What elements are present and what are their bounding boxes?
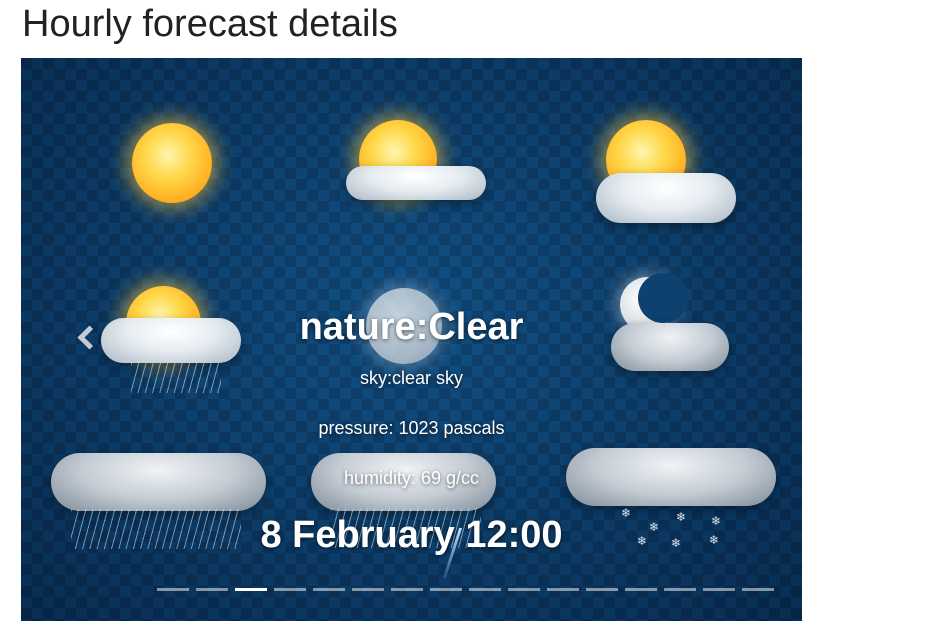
carousel-indicator[interactable] <box>742 584 774 594</box>
carousel-indicator[interactable] <box>430 584 462 594</box>
page-title: Hourly forecast details <box>22 3 398 45</box>
carousel-indicator[interactable] <box>547 584 579 594</box>
carousel-indicator[interactable] <box>274 584 306 594</box>
sun-behind-cloud-icon <box>341 118 491 208</box>
forecast-carousel: ❄ ❄ ❄ ❄ ❄ ❄ ❄ nature:Clear sky:clear sky… <box>21 58 802 621</box>
sun-icon <box>127 118 217 208</box>
sun-behind-large-cloud-icon <box>591 118 741 228</box>
carousel-indicator[interactable] <box>391 584 423 594</box>
carousel-indicator[interactable] <box>508 584 540 594</box>
carousel-indicator[interactable] <box>157 584 189 594</box>
carousel-prev-button[interactable] <box>21 288 151 388</box>
forecast-datetime: 8 February 12:00 <box>260 514 563 556</box>
humidity-reading: humidity: 69 g/cc <box>343 468 480 488</box>
carousel-indicator[interactable] <box>235 584 267 594</box>
carousel-indicator[interactable] <box>352 584 384 594</box>
carousel-indicator[interactable] <box>313 584 345 594</box>
carousel-indicator[interactable] <box>664 584 696 594</box>
carousel-indicator[interactable] <box>625 584 657 594</box>
carousel-indicator[interactable] <box>196 584 228 594</box>
carousel-indicator[interactable] <box>469 584 501 594</box>
chevron-left-icon <box>77 325 102 350</box>
carousel-indicators <box>157 584 777 594</box>
carousel-indicator[interactable] <box>586 584 618 594</box>
pressure-reading: pressure: 1023 pascals <box>318 418 505 438</box>
carousel-indicator[interactable] <box>703 584 735 594</box>
